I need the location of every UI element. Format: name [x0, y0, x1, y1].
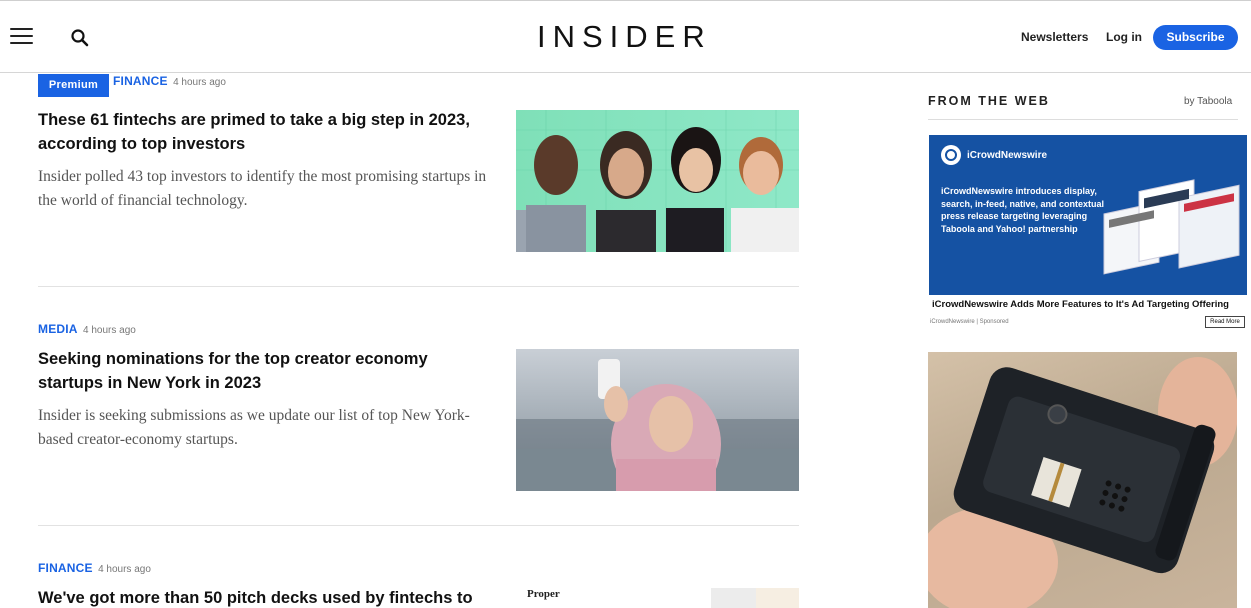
category-link[interactable]: MEDIA: [38, 322, 78, 336]
site-logo[interactable]: INSIDER: [537, 19, 712, 55]
taboola-attribution[interactable]: by Taboola: [1184, 96, 1232, 107]
article-headline[interactable]: These 61 fintechs are primed to take a b…: [38, 108, 478, 156]
article-thumbnail[interactable]: [516, 110, 799, 252]
rail-title: FROM THE WEB: [928, 94, 1050, 108]
article-divider: [38, 286, 799, 287]
ad-screens-graphic: [1103, 179, 1240, 275]
newsletters-link[interactable]: Newsletters: [1021, 30, 1088, 44]
timestamp: 4 hours ago: [173, 77, 226, 88]
brand-circle-icon: [941, 145, 961, 165]
sponsored-ad-image[interactable]: [928, 352, 1237, 608]
article-summary: Insider is seeking submissions as we upd…: [38, 407, 470, 448]
article-meta: MEDIA 4 hours ago: [38, 322, 799, 342]
ad-copy-text: iCrowdNewswire introduces display, searc…: [941, 186, 1105, 234]
site-header: INSIDER Newsletters Log in Subscribe: [0, 0, 1251, 73]
article-headline[interactable]: Seeking nominations for the top creator …: [38, 347, 478, 395]
rail-divider: [928, 119, 1238, 120]
subscribe-button[interactable]: Subscribe: [1153, 25, 1238, 50]
ad-brand-name: iCrowdNewswire: [967, 149, 1048, 161]
premium-badge: Premium: [38, 74, 109, 97]
article-card: Premium FINANCE 4 hours ago These 61 fint…: [38, 74, 799, 252]
article-card: FINANCE 4 hours ago We've got more than …: [38, 561, 799, 608]
category-link[interactable]: FINANCE: [113, 74, 168, 88]
category-link[interactable]: FINANCE: [38, 561, 93, 575]
read-more-button[interactable]: Read More: [1205, 316, 1245, 328]
article-divider: [38, 525, 799, 526]
thumbnail-text: Proper: [527, 588, 560, 600]
search-icon[interactable]: [70, 28, 90, 48]
ad-brand-logo: iCrowdNewswire: [941, 145, 1047, 165]
article-meta: Premium FINANCE 4 hours ago: [38, 74, 799, 97]
hamburger-menu-icon[interactable]: [10, 28, 33, 46]
article-thumbnail[interactable]: [516, 349, 799, 491]
article-headline[interactable]: We've got more than 50 pitch decks used …: [38, 586, 498, 608]
article-thumbnail[interactable]: Proper: [516, 585, 799, 608]
timestamp: 4 hours ago: [98, 564, 151, 575]
timestamp: 4 hours ago: [83, 325, 136, 336]
article-summary: Insider polled 43 top investors to ident…: [38, 168, 487, 209]
ad-headline[interactable]: iCrowdNewswire Adds More Features to It'…: [932, 299, 1244, 310]
article-meta: FINANCE 4 hours ago: [38, 561, 799, 581]
article-card: MEDIA 4 hours ago Seeking nominations fo…: [38, 322, 799, 492]
login-link[interactable]: Log in: [1106, 30, 1142, 44]
ad-sponsor-label: iCrowdNewswire | Sponsored: [930, 319, 1009, 325]
sponsored-ad-image[interactable]: iCrowdNewswire iCrowdNewswire introduces…: [929, 135, 1247, 295]
